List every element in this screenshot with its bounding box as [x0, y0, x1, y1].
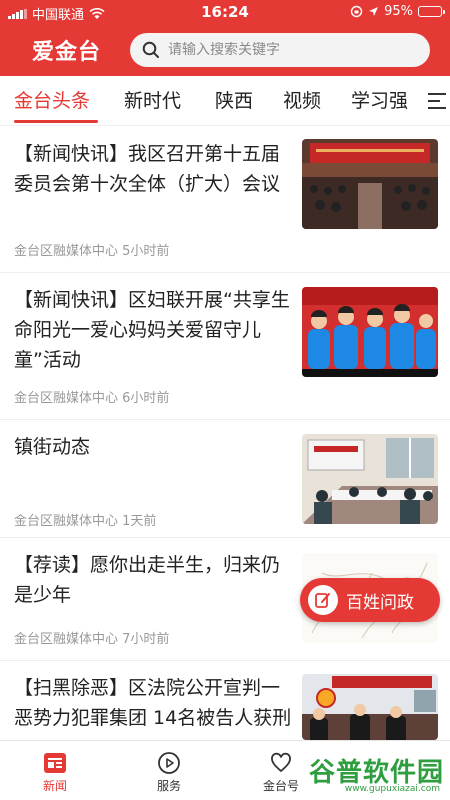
nav-services[interactable]: 服务 [134, 749, 204, 794]
news-meta: 金台区融媒体中心 5小时前 [14, 240, 169, 259]
public-inquiry-label: 百姓问政 [346, 592, 414, 613]
news-title[interactable]: 【荐读】愿你出走半生，归来仍是少年 [14, 550, 294, 610]
news-item[interactable]: 【新闻快讯】区妇联开展“共享生命阳光一爱心妈妈关爱留守儿童”活动 金台区融媒体中… [0, 273, 450, 420]
tab-video[interactable]: 视频 [283, 86, 321, 113]
news-title[interactable]: 【扫黑除恶】区法院公开宣判一恶势力犯罪集团 14名被告人获刑 [14, 673, 294, 733]
play-circle-icon [134, 749, 204, 777]
news-meta: 金台区融媒体中心 7小时前 [14, 628, 169, 647]
news-icon [20, 749, 90, 777]
rotation-lock-icon [350, 5, 363, 18]
news-item[interactable]: 镇街动态 金台区融媒体中心 1天前 [0, 420, 450, 538]
public-inquiry-button[interactable]: 百姓问政 [300, 578, 440, 622]
active-tab-indicator [14, 120, 98, 123]
news-meta: 金台区融媒体中心 1天前 [14, 510, 156, 529]
nav-services-label: 服务 [156, 779, 181, 793]
tab-study[interactable]: 学习强 [351, 86, 408, 113]
battery-percent: 95% [384, 4, 413, 19]
news-title[interactable]: 镇街动态 [14, 432, 294, 462]
tab-new-era[interactable]: 新时代 [124, 86, 181, 113]
location-icon [369, 7, 379, 16]
news-source: 金台区融媒体中心 [14, 514, 119, 529]
news-time: 1天前 [122, 514, 157, 529]
search-icon [142, 41, 159, 58]
tab-shaanxi[interactable]: 陕西 [215, 86, 253, 113]
news-item[interactable]: 【新闻快讯】我区召开第十五届委员会第十次全体（扩大）会议 金台区融媒体中心 5小… [0, 127, 450, 273]
tab-jintai-headlines[interactable]: 金台头条 [14, 86, 90, 113]
app-header: 爱金台 [0, 24, 450, 76]
news-time: 6小时前 [122, 391, 170, 406]
news-time: 7小时前 [122, 632, 170, 647]
nav-news-label: 新闻 [42, 779, 67, 793]
news-item[interactable]: 【扫黑除恶】区法院公开宣判一恶势力犯罪集团 14名被告人获刑 [0, 661, 450, 740]
nav-news[interactable]: 新闻 [20, 749, 90, 794]
heart-icon [246, 749, 316, 777]
edit-icon [308, 585, 338, 615]
search-input[interactable] [168, 42, 408, 58]
search-bar[interactable] [130, 33, 430, 67]
news-thumbnail-meeting[interactable] [302, 139, 438, 229]
news-title[interactable]: 【新闻快讯】我区召开第十五届委员会第十次全体（扩大）会议 [14, 139, 294, 199]
news-time: 5小时前 [122, 244, 170, 259]
status-bar: 中国联通 16:24 95% [0, 0, 450, 24]
news-source: 金台区融媒体中心 [14, 632, 119, 647]
nav-jintai-account-label: 金台号 [262, 779, 299, 793]
news-thumbnail-court[interactable] [302, 674, 438, 740]
news-thumbnail-office[interactable] [302, 434, 438, 524]
news-source: 金台区融媒体中心 [14, 244, 119, 259]
channel-menu-icon[interactable] [414, 76, 450, 125]
news-source: 金台区融媒体中心 [14, 391, 119, 406]
news-thumbnail-children[interactable] [302, 287, 438, 377]
nav-jintai-account[interactable]: 金台号 [246, 749, 316, 794]
watermark-url: www.gupuxiazai.com [344, 784, 440, 794]
battery-icon [418, 6, 445, 17]
channel-tabs: 金台头条 新时代 陕西 视频 学习强 [0, 76, 450, 126]
news-meta: 金台区融媒体中心 6小时前 [14, 387, 169, 406]
app-logo[interactable]: 爱金台 [32, 34, 101, 66]
news-title[interactable]: 【新闻快讯】区妇联开展“共享生命阳光一爱心妈妈关爱留守儿童”活动 [14, 285, 294, 375]
